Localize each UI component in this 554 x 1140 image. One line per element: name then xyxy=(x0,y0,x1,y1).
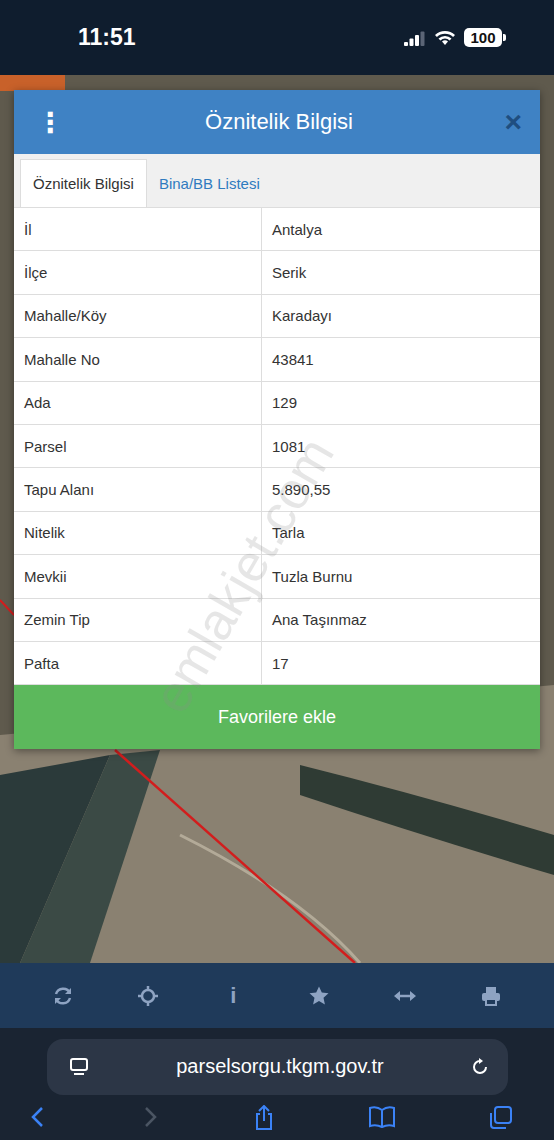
table-row: Parsel 1081 xyxy=(14,425,540,468)
page-settings-icon[interactable] xyxy=(69,1057,91,1077)
tabs-icon[interactable] xyxy=(488,1105,514,1131)
row-label: Mahalle No xyxy=(14,338,262,380)
row-value: Antalya xyxy=(262,208,540,250)
info-button[interactable]: i xyxy=(222,983,244,1009)
table-row: İl Antalya xyxy=(14,208,540,251)
attribute-table: İl Antalyaİlçe SerikMahalle/Köy Karadayı… xyxy=(14,208,540,685)
table-row: Mevkii Tuzla Burnu xyxy=(14,555,540,598)
table-row: Mahalle/Köy Karadayı xyxy=(14,295,540,338)
row-value: Tuzla Burnu xyxy=(262,555,540,597)
crosshair-icon[interactable] xyxy=(137,985,159,1007)
table-row: Ada 129 xyxy=(14,382,540,425)
row-value: 5.890,55 xyxy=(262,468,540,510)
signal-icon xyxy=(404,30,426,46)
bookmarks-icon[interactable] xyxy=(368,1105,396,1129)
row-value: Tarla xyxy=(262,512,540,554)
table-row: Mahalle No 43841 xyxy=(14,338,540,381)
row-value: Karadayı xyxy=(262,295,540,337)
add-favorites-button[interactable]: Favorilere ekle xyxy=(14,685,540,749)
browser-nav-bar xyxy=(0,1105,554,1140)
map[interactable]: ⋮ Öznitelik Bilgisi × Öznitelik BilgisiB… xyxy=(0,75,554,963)
close-button[interactable]: × xyxy=(502,105,522,139)
dialog-header: ⋮ Öznitelik Bilgisi × xyxy=(14,90,540,154)
tab-bar: Öznitelik BilgisiBina/BB Listesi xyxy=(14,154,540,208)
row-value: Ana Taşınmaz xyxy=(262,599,540,641)
row-value: 1081 xyxy=(262,425,540,467)
row-value: Serik xyxy=(262,251,540,293)
row-label: İl xyxy=(14,208,262,250)
share-icon[interactable] xyxy=(252,1105,276,1131)
table-row: Tapu Alanı 5.890,55 xyxy=(14,468,540,511)
battery-icon: 100 xyxy=(464,28,506,47)
table-row: Nitelik Tarla xyxy=(14,512,540,555)
table-row: Pafta 17 xyxy=(14,642,540,685)
row-label: Zemin Tip xyxy=(14,599,262,641)
row-label: İlçe xyxy=(14,251,262,293)
url-text: parselsorgu.tkgm.gov.tr xyxy=(176,1055,384,1078)
table-row: İlçe Serik xyxy=(14,251,540,294)
row-label: Pafta xyxy=(14,642,262,684)
refresh-icon[interactable] xyxy=(52,985,74,1007)
row-value: 43841 xyxy=(262,338,540,380)
row-label: Tapu Alanı xyxy=(14,468,262,510)
attribute-dialog: ⋮ Öznitelik Bilgisi × Öznitelik BilgisiB… xyxy=(14,90,540,749)
map-toolbar: i xyxy=(0,963,554,1028)
status-bar: 11:51 100 xyxy=(0,0,554,75)
watermark: emlakjet.com xyxy=(141,427,346,722)
browser-address-area: parselsorgu.tkgm.gov.tr xyxy=(0,1028,554,1105)
row-label: Mahalle/Köy xyxy=(14,295,262,337)
table-row: Zemin Tip Ana Taşınmaz xyxy=(14,599,540,642)
back-icon[interactable] xyxy=(28,1105,48,1129)
reload-icon[interactable] xyxy=(470,1057,490,1077)
print-icon[interactable] xyxy=(480,985,502,1007)
address-bar[interactable]: parselsorgu.tkgm.gov.tr xyxy=(47,1039,508,1095)
row-label: Nitelik xyxy=(14,512,262,554)
measure-icon[interactable] xyxy=(393,985,417,1007)
dialog-title: Öznitelik Bilgisi xyxy=(56,109,502,135)
phone-screen: 11:51 100 ⋮ Öznitelik Bilgisi × Özniteli… xyxy=(0,0,554,1140)
menu-button[interactable]: ⋮ xyxy=(36,106,56,139)
forward-icon[interactable] xyxy=(140,1105,160,1129)
row-label: Mevkii xyxy=(14,555,262,597)
tab[interactable]: Bina/BB Listesi xyxy=(147,160,272,207)
tab[interactable]: Öznitelik Bilgisi xyxy=(20,159,147,207)
wifi-icon xyxy=(434,30,456,46)
row-value: 17 xyxy=(262,642,540,684)
row-label: Ada xyxy=(14,382,262,424)
row-value: 129 xyxy=(262,382,540,424)
row-label: Parsel xyxy=(14,425,262,467)
clock: 11:51 xyxy=(78,24,136,51)
star-icon[interactable] xyxy=(308,985,330,1007)
